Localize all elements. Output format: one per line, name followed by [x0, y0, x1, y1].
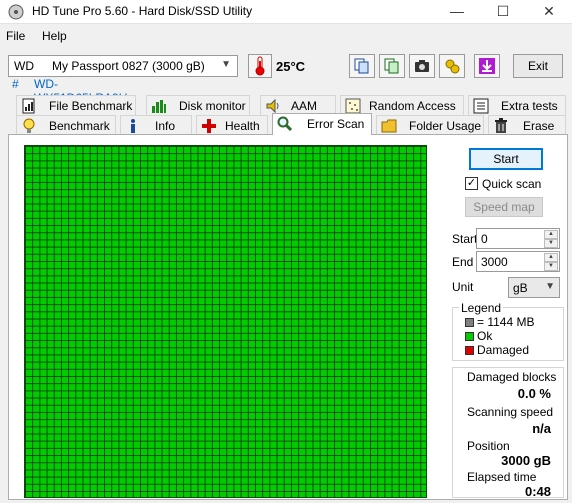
aam-icon	[266, 98, 279, 114]
start-field-value[interactable]: 0	[481, 232, 488, 246]
tab-disk-monitor[interactable]: Disk monitor	[146, 95, 250, 115]
start-field[interactable]: 0 ▲ ▼	[476, 228, 560, 249]
position-value: 3000 gB	[501, 453, 551, 468]
drive-serial: # WD-WX51D65LRA9U	[12, 77, 127, 105]
health-icon	[202, 119, 216, 133]
info-icon	[131, 119, 135, 133]
exit-button[interactable]: Exit	[513, 54, 563, 78]
speed-map-button[interactable]: Speed map	[465, 197, 543, 217]
options-button[interactable]	[439, 54, 465, 78]
elapsed-time-value: 0:48	[524, 484, 551, 499]
serial-hash: #	[12, 77, 19, 91]
scan-stats: Damaged blocks 0.0 % Scanning speed n/a …	[452, 367, 564, 499]
legend-label: Damaged	[477, 343, 530, 357]
unit-label: Unit	[452, 280, 474, 294]
tab-label: Benchmark	[49, 119, 110, 133]
start-field-label: Start	[452, 232, 478, 246]
tab-label: File Benchmark	[49, 99, 133, 113]
copy-info-button[interactable]	[349, 54, 375, 78]
close-button[interactable]: ✕	[526, 0, 572, 24]
legend-title: Legend	[459, 301, 504, 315]
tab-error-scan[interactable]: Error Scan	[272, 113, 372, 135]
end-field-label: End	[452, 255, 474, 269]
end-field[interactable]: 3000 ▲ ▼	[476, 251, 560, 272]
temperature-value: 25°C	[276, 59, 306, 74]
screenshot-button[interactable]	[409, 54, 435, 78]
error-scan-icon	[277, 116, 293, 132]
scanning-speed-value: n/a	[532, 421, 551, 436]
spin-down-icon[interactable]: ▼	[544, 262, 558, 271]
drive-model: My Passport 0827 (3000 gB)	[52, 59, 205, 73]
damaged-blocks-label: Damaged blocks	[467, 370, 557, 384]
unit-select[interactable]: gB ▼	[508, 277, 560, 298]
disk-monitor-icon	[152, 100, 166, 113]
save-button[interactable]	[474, 54, 500, 78]
menu-bar: File Help	[0, 26, 572, 46]
thermometer-icon[interactable]	[248, 54, 272, 78]
elapsed-time-label: Elapsed time	[467, 470, 537, 484]
legend: Legend = 1144 MB Ok Damaged	[452, 301, 564, 361]
title-bar: HD Tune Pro 5.60 - Hard Disk/SSD Utility…	[0, 0, 572, 24]
app-icon	[8, 4, 24, 20]
erase-icon	[495, 118, 507, 133]
legend-label: = 1144 MB	[477, 315, 535, 329]
legend-swatch	[465, 332, 474, 341]
checkbox-check-icon[interactable]: ✓	[465, 177, 478, 190]
extra-tests-icon	[473, 98, 489, 114]
tab-info[interactable]: Info	[120, 115, 192, 135]
chevron-down-icon: ▼	[545, 281, 555, 292]
copy-screenshot-icon	[384, 58, 399, 74]
file-benchmark-icon	[22, 98, 35, 114]
quick-scan-label: Quick scan	[482, 177, 542, 191]
minimize-button[interactable]: —	[434, 0, 480, 24]
tab-label: Info	[155, 119, 176, 133]
copy-screenshot-button[interactable]	[379, 54, 405, 78]
random-access-icon	[345, 98, 361, 114]
window-title: HD Tune Pro 5.60 - Hard Disk/SSD Utility	[32, 4, 253, 18]
end-field-value[interactable]: 3000	[481, 255, 508, 269]
damaged-blocks-value: 0.0 %	[517, 386, 551, 401]
block-map	[24, 145, 427, 498]
options-icon	[445, 59, 460, 74]
spin-up-icon[interactable]: ▲	[544, 230, 558, 239]
camera-icon	[415, 60, 429, 72]
tab-aam[interactable]: AAM	[260, 95, 336, 115]
tab-erase[interactable]: Erase	[488, 115, 566, 135]
legend-swatch	[465, 318, 474, 327]
position-label: Position	[467, 439, 510, 453]
menu-help[interactable]: Help	[42, 29, 67, 43]
save-icon	[479, 58, 495, 74]
tab-label: AAM	[291, 99, 318, 113]
tab-label: Health	[225, 119, 260, 133]
tab-label: Erase	[523, 119, 555, 133]
tab-health[interactable]: Health	[196, 115, 268, 135]
tab-random-access[interactable]: Random Access	[340, 95, 464, 115]
menu-file[interactable]: File	[6, 29, 25, 43]
tab-label: Folder Usage	[409, 119, 482, 133]
drive-select[interactable]: WD My Passport 0827 (3000 gB) ▼	[8, 55, 238, 77]
spin-up-icon[interactable]: ▲	[544, 253, 558, 262]
scanning-speed-label: Scanning speed	[467, 405, 554, 419]
start-button[interactable]: Start	[469, 148, 543, 170]
spin-down-icon[interactable]: ▼	[544, 239, 558, 248]
legend-swatch	[465, 346, 474, 355]
tab-file-benchmark[interactable]: File Benchmark	[16, 95, 136, 115]
copy-info-icon	[354, 58, 369, 74]
tab-benchmark[interactable]: Benchmark	[16, 115, 116, 135]
tab-extra-tests[interactable]: Extra tests	[468, 95, 566, 115]
maximize-button[interactable]: ☐	[480, 0, 526, 24]
folder-icon	[381, 119, 397, 133]
tab-label: Error Scan	[307, 117, 365, 131]
drive-vendor: WD	[14, 59, 34, 73]
tab-folder-usage[interactable]: Folder Usage	[376, 115, 484, 135]
legend-label: Ok	[477, 329, 493, 343]
tab-label: Extra tests	[501, 99, 558, 113]
benchmark-icon	[23, 118, 35, 133]
tab-label: Random Access	[369, 99, 456, 113]
chevron-down-icon: ▼	[221, 59, 231, 70]
tab-label: Disk monitor	[179, 99, 246, 113]
unit-value: gB	[513, 281, 528, 295]
